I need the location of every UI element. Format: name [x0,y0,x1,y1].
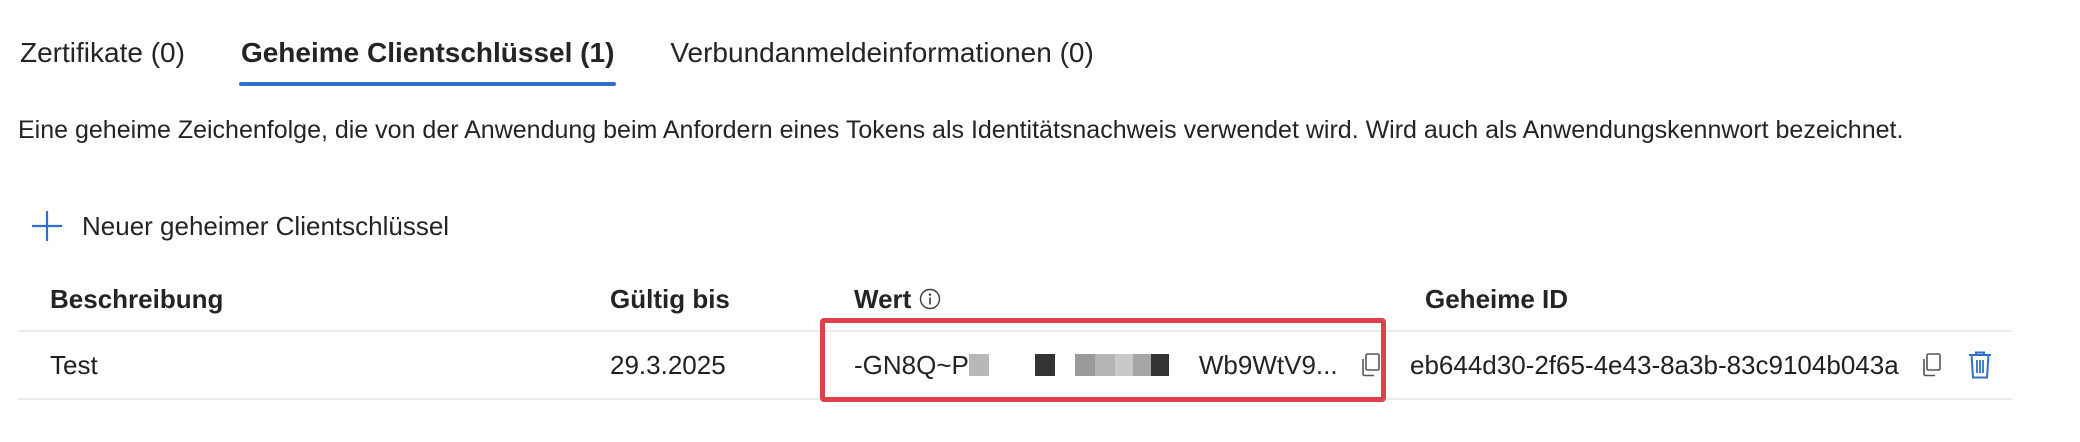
column-header-description: Beschreibung [50,283,224,314]
copy-secret-id-button[interactable] [1917,348,1947,382]
row-secret-id: eb644d30-2f65-4e43-8a3b-83c9104b043a [1410,332,1995,398]
column-header-value-label: Wert [854,283,912,314]
row-description: Test [50,349,98,380]
secret-id-text: eb644d30-2f65-4e43-8a3b-83c9104b043a [1410,349,1899,380]
value-highlight-box [820,318,1386,402]
info-icon[interactable] [919,288,941,310]
tab-client-secrets[interactable]: Geheime Clientschlüssel (1) [238,30,617,86]
column-header-expires: Gültig bis [610,283,730,314]
plus-icon [32,211,62,241]
section-description: Eine geheime Zeichenfolge, die von der A… [18,116,1904,144]
row-expires: 29.3.2025 [610,349,726,380]
trash-icon [1968,351,1991,379]
tab-federated-credentials[interactable]: Verbundanmeldeinformationen (0) [668,30,1095,76]
column-header-secret-id: Geheime ID [1425,283,1569,314]
new-client-secret-label: Neuer geheimer Clientschlüssel [82,210,450,241]
tab-bar: Zertifikate (0) Geheime Clientschlüssel … [18,30,1148,88]
delete-secret-button[interactable] [1965,348,1995,382]
copy-icon [1922,353,1941,377]
tab-certificates[interactable]: Zertifikate (0) [18,30,187,76]
new-client-secret-button[interactable]: Neuer geheimer Clientschlüssel [30,204,449,248]
